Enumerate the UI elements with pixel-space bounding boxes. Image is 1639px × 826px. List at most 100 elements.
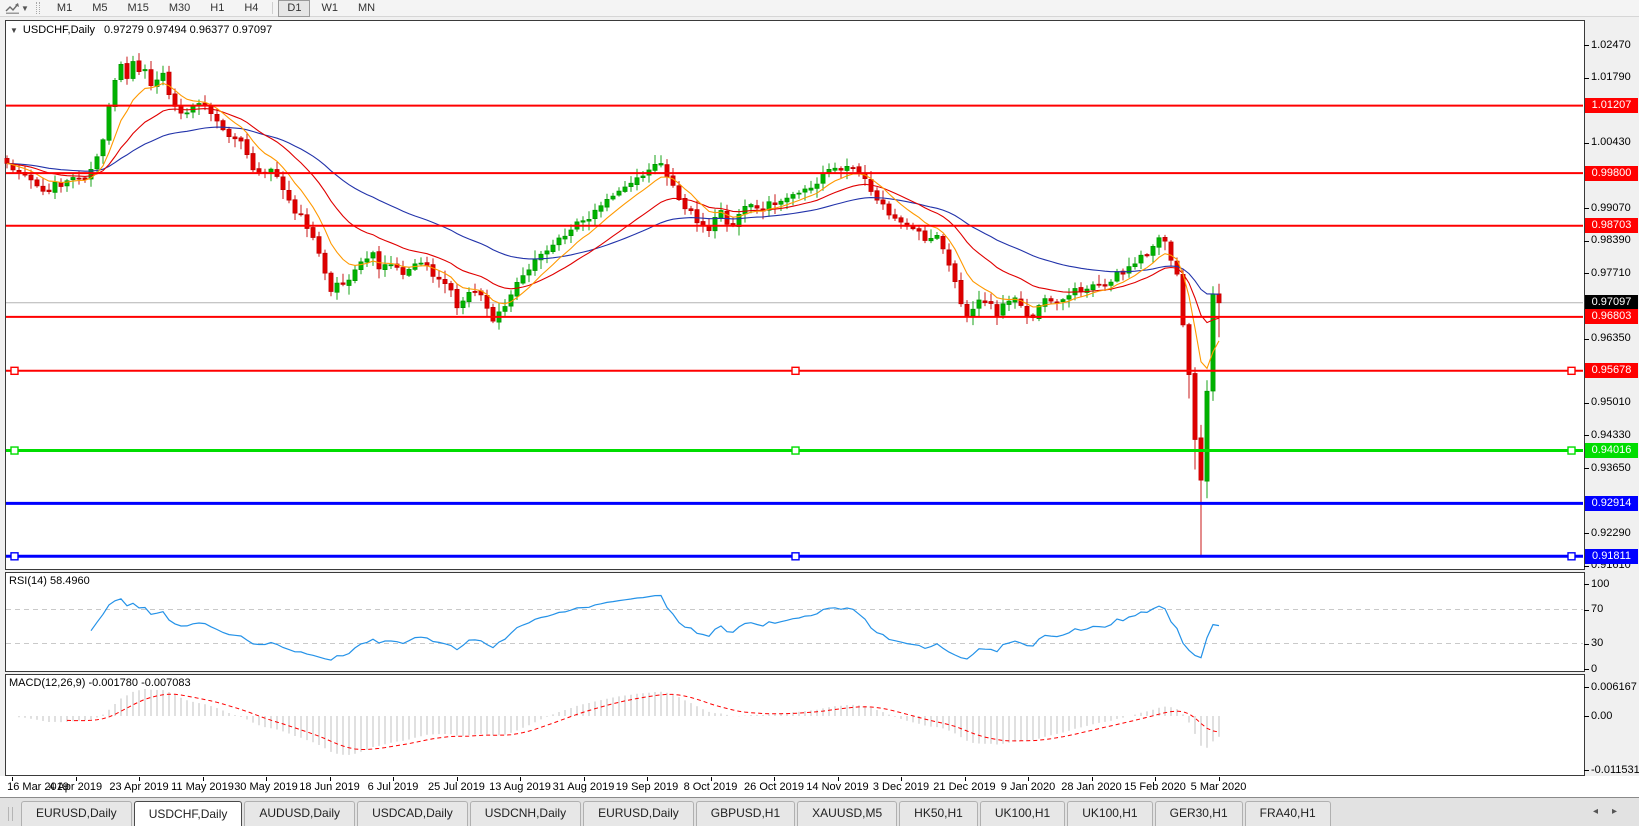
date-tick-label: 13 Aug 2019 — [484, 781, 556, 793]
timeframe-button-mn[interactable]: MN — [349, 0, 384, 17]
price-tick-mark — [1584, 468, 1589, 469]
price-tick-label: 0.95010 — [1591, 396, 1631, 408]
date-tick-label: 23 Apr 2019 — [103, 781, 175, 793]
tab-scroll-arrows: ◂▸ — [1593, 806, 1631, 817]
timeframe-button-h1[interactable]: H1 — [201, 0, 233, 17]
timeframe-button-h4[interactable]: H4 — [235, 0, 267, 17]
timeframe-button-m15[interactable]: M15 — [118, 0, 157, 17]
main-chart-panel — [5, 20, 1585, 570]
price-tick-label: 1.00430 — [1591, 136, 1631, 148]
chart-tab-usdcad-daily[interactable]: USDCAD,Daily — [357, 801, 468, 826]
date-tick-label: 5 Mar 2020 — [1183, 781, 1255, 793]
chart-tab-uk100-h1[interactable]: UK100,H1 — [1067, 801, 1152, 826]
price-tick-label: 0.98390 — [1591, 234, 1631, 246]
date-tick-label: 11 May 2019 — [167, 781, 239, 793]
chart-cursor-icon[interactable] — [5, 2, 20, 15]
toolbar-grip[interactable] — [36, 2, 40, 14]
timeframe-button-w1[interactable]: W1 — [312, 0, 347, 17]
price-tick-mark — [1584, 78, 1589, 79]
price-tick-label: 0.97710 — [1591, 267, 1631, 279]
date-tick-label: 25 Jul 2019 — [421, 781, 493, 793]
macd-tick-mark — [1584, 770, 1589, 771]
price-tick-label: 1.02470 — [1591, 39, 1631, 51]
oneclick-caret-icon[interactable]: ▼ — [10, 26, 18, 35]
rsi-tick-mark — [1584, 584, 1589, 585]
macd-tick-mark — [1584, 716, 1589, 717]
price-tick-label: 0.96350 — [1591, 332, 1631, 344]
chart-tab-ger30-h1[interactable]: GER30,H1 — [1155, 801, 1243, 826]
date-axis: 16 Mar 20194 Apr 201923 Apr 201911 May 2… — [0, 776, 1639, 798]
date-tick-label: 31 Aug 2019 — [548, 781, 620, 793]
price-tick-mark — [1584, 435, 1589, 436]
timeframe-button-d1[interactable]: D1 — [278, 0, 310, 17]
chart-cursor-dropdown-caret[interactable]: ▼ — [21, 4, 29, 13]
chart-tab-bar: EURUSD,DailyUSDCHF,DailyAUDUSD,DailyUSDC… — [0, 798, 1639, 826]
rsi-tick-mark — [1584, 610, 1589, 611]
macd-indicator-label: MACD(12,26,9) -0.001780 -0.007083 — [9, 677, 191, 689]
rsi-tick-mark — [1584, 669, 1589, 670]
date-tick-label: 26 Oct 2019 — [738, 781, 810, 793]
timeframe-button-m1[interactable]: M1 — [48, 0, 81, 17]
price-tick-mark — [1584, 241, 1589, 242]
timeframe-button-m5[interactable]: M5 — [83, 0, 116, 17]
chart-tab-uk100-h1[interactable]: UK100,H1 — [980, 801, 1065, 826]
price-tick-label: 1.01790 — [1591, 71, 1631, 83]
chart-tab-usdchf-daily[interactable]: USDCHF,Daily — [134, 801, 243, 826]
date-tick-label: 14 Nov 2019 — [802, 781, 874, 793]
price-level-badge: 0.95678 — [1585, 363, 1638, 378]
date-tick-label: 6 Jul 2019 — [357, 781, 429, 793]
rsi-panel — [5, 572, 1585, 672]
price-level-badge: 0.91811 — [1585, 549, 1638, 564]
price-level-badge: 0.94016 — [1585, 443, 1638, 458]
rsi-tick-label: 100 — [1591, 578, 1609, 590]
tab-scroll-left-button[interactable]: ◂ — [1593, 806, 1612, 817]
date-tick-label: 21 Dec 2019 — [929, 781, 1001, 793]
chart-title: ▼USDCHF,Daily0.97279 0.97494 0.96377 0.9… — [10, 24, 272, 36]
timeframe-button-m30[interactable]: M30 — [160, 0, 199, 17]
price-level-badge: 0.97097 — [1585, 295, 1638, 310]
chart-tab-xauusd-m5[interactable]: XAUUSD,M5 — [797, 801, 897, 826]
price-tick-mark — [1584, 403, 1589, 404]
price-level-badge: 0.98703 — [1585, 218, 1638, 233]
date-tick-label: 18 Jun 2019 — [294, 781, 366, 793]
chart-tab-fra40-h1[interactable]: FRA40,H1 — [1245, 801, 1331, 826]
rsi-tick-label: 0 — [1591, 663, 1597, 675]
price-tick-mark — [1584, 566, 1589, 567]
date-tick-label: 9 Jan 2020 — [992, 781, 1064, 793]
price-level-badge: 1.01207 — [1585, 98, 1638, 113]
tab-bar-grip[interactable] — [8, 807, 13, 821]
macd-tick-label: 0.00 — [1591, 710, 1612, 722]
date-tick-label: 15 Feb 2020 — [1119, 781, 1191, 793]
chart-tab-eurusd-daily[interactable]: EURUSD,Daily — [583, 801, 694, 826]
rsi-tick-mark — [1584, 644, 1589, 645]
date-tick-label: 28 Jan 2020 — [1056, 781, 1128, 793]
macd-tick-label: -0.011531 — [1591, 764, 1639, 776]
price-tick-label: 0.93650 — [1591, 462, 1631, 474]
date-tick-label: 8 Oct 2019 — [675, 781, 747, 793]
rsi-tick-label: 30 — [1591, 637, 1603, 649]
date-tick-label: 30 May 2019 — [230, 781, 302, 793]
price-tick-mark — [1584, 533, 1589, 534]
chart-tab-audusd-daily[interactable]: AUDUSD,Daily — [244, 801, 355, 826]
price-level-badge: 0.92914 — [1585, 496, 1638, 511]
timeframe-toolbar: ▼ M1M5M15M30H1H4 D1W1MN — [0, 0, 1639, 17]
tab-scroll-right-button[interactable]: ▸ — [1612, 806, 1631, 817]
terminal-window: ▼ M1M5M15M30H1H4 D1W1MN ▼ USDCHF,Daily 0.97… — [0, 0, 1639, 826]
date-tick-label: 19 Sep 2019 — [611, 781, 683, 793]
chart-tab-eurusd-daily[interactable]: EURUSD,Daily — [21, 801, 132, 826]
price-tick-mark — [1584, 273, 1589, 274]
rsi-tick-label: 70 — [1591, 603, 1603, 615]
rsi-indicator-label: RSI(14) 58.4960 — [9, 575, 90, 587]
price-tick-mark — [1584, 208, 1589, 209]
price-level-badge: 0.99800 — [1585, 166, 1638, 181]
price-tick-label: 0.99070 — [1591, 202, 1631, 214]
macd-tick-mark — [1584, 687, 1589, 688]
chart-tab-gbpusd-h1[interactable]: GBPUSD,H1 — [696, 801, 795, 826]
macd-tick-label: 0.006167 — [1591, 681, 1637, 693]
toolbar-separator — [272, 2, 273, 14]
price-tick-mark — [1584, 339, 1589, 340]
symbol-period-label: USDCHF,Daily — [23, 24, 95, 36]
chart-tab-usdcnh-daily[interactable]: USDCNH,Daily — [470, 801, 581, 826]
chart-tab-hk50-h1[interactable]: HK50,H1 — [899, 801, 978, 826]
price-level-badge: 0.96803 — [1585, 309, 1638, 324]
